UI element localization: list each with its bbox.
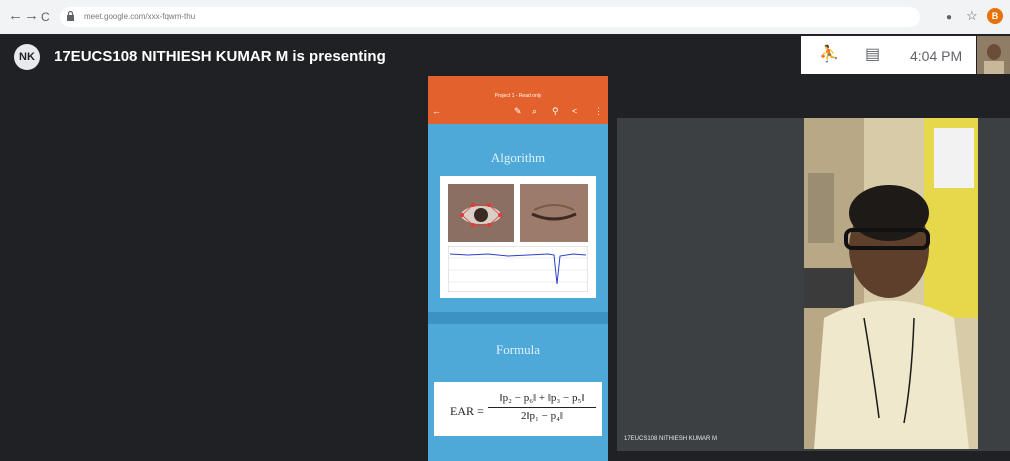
url-text[interactable]: meet.google.com/xxx-fqwm-thu <box>84 11 195 23</box>
profile-avatar[interactable]: B <box>987 8 1003 24</box>
chat-icon[interactable]: ▤ <box>865 46 880 64</box>
presenter-avatar: NK <box>14 44 40 70</box>
lock-icon <box>67 11 74 21</box>
self-view-thumbnail[interactable] <box>977 36 1010 74</box>
document-title: Project 1 - Read only <box>494 93 542 99</box>
shared-screen: Project 1 - Read only ← ✎ ⌕ ⚲ < ⋮ Algori… <box>428 76 608 461</box>
participant-video <box>804 118 978 449</box>
forward-button[interactable]: → <box>24 8 39 24</box>
more-icon[interactable]: ⋮ <box>594 106 603 116</box>
participant-name-label: 17EUCS108 NITHIESH KUMAR M <box>624 436 718 442</box>
reload-button[interactable]: C <box>41 9 50 25</box>
fraction-bar <box>488 407 596 408</box>
formula-lhs: EAR = <box>450 404 484 418</box>
back-arrow-icon[interactable]: ← <box>432 106 441 116</box>
closed-eye-photo <box>520 184 588 242</box>
present-icon[interactable]: ⚲ <box>552 106 559 116</box>
formula-denominator: 2‖p₁ − p₄‖ <box>520 410 564 422</box>
slide-heading-formula: Formula <box>495 342 541 357</box>
search-icon[interactable]: ⌕ <box>532 106 537 116</box>
back-button[interactable]: ← <box>8 8 23 24</box>
cast-icon[interactable]: ● <box>946 11 952 25</box>
presenting-banner: 17EUCS108 NITHIESH KUMAR M is presenting <box>54 48 386 65</box>
slide-divider <box>428 312 608 324</box>
edit-icon[interactable]: ✎ <box>514 106 522 116</box>
phone-status-bar <box>428 76 608 90</box>
people-icon[interactable]: ⛹ <box>819 46 839 64</box>
meeting-clock: 4:04 PM <box>910 48 963 64</box>
algorithm-figure <box>440 176 596 298</box>
ear-plot <box>448 246 588 292</box>
ear-formula: EAR = ‖p₂ − p₆‖ + ‖p₃ − p₅‖ 2‖p₁ − p₄‖ <box>434 382 602 436</box>
app-toolbar: Project 1 - Read only ← ✎ ⌕ ⚲ < ⋮ <box>428 90 608 124</box>
slide-heading-algorithm: Algorithm <box>490 150 546 165</box>
formula-numerator: ‖p₂ − p₆‖ + ‖p₃ − p₅‖ <box>499 392 585 404</box>
open-eye-photo <box>448 184 514 242</box>
formula-box: EAR = ‖p₂ − p₆‖ + ‖p₃ − p₅‖ 2‖p₁ − p₄‖ <box>434 382 602 436</box>
share-icon[interactable]: < <box>572 106 577 116</box>
star-icon[interactable]: ☆ <box>966 9 978 23</box>
